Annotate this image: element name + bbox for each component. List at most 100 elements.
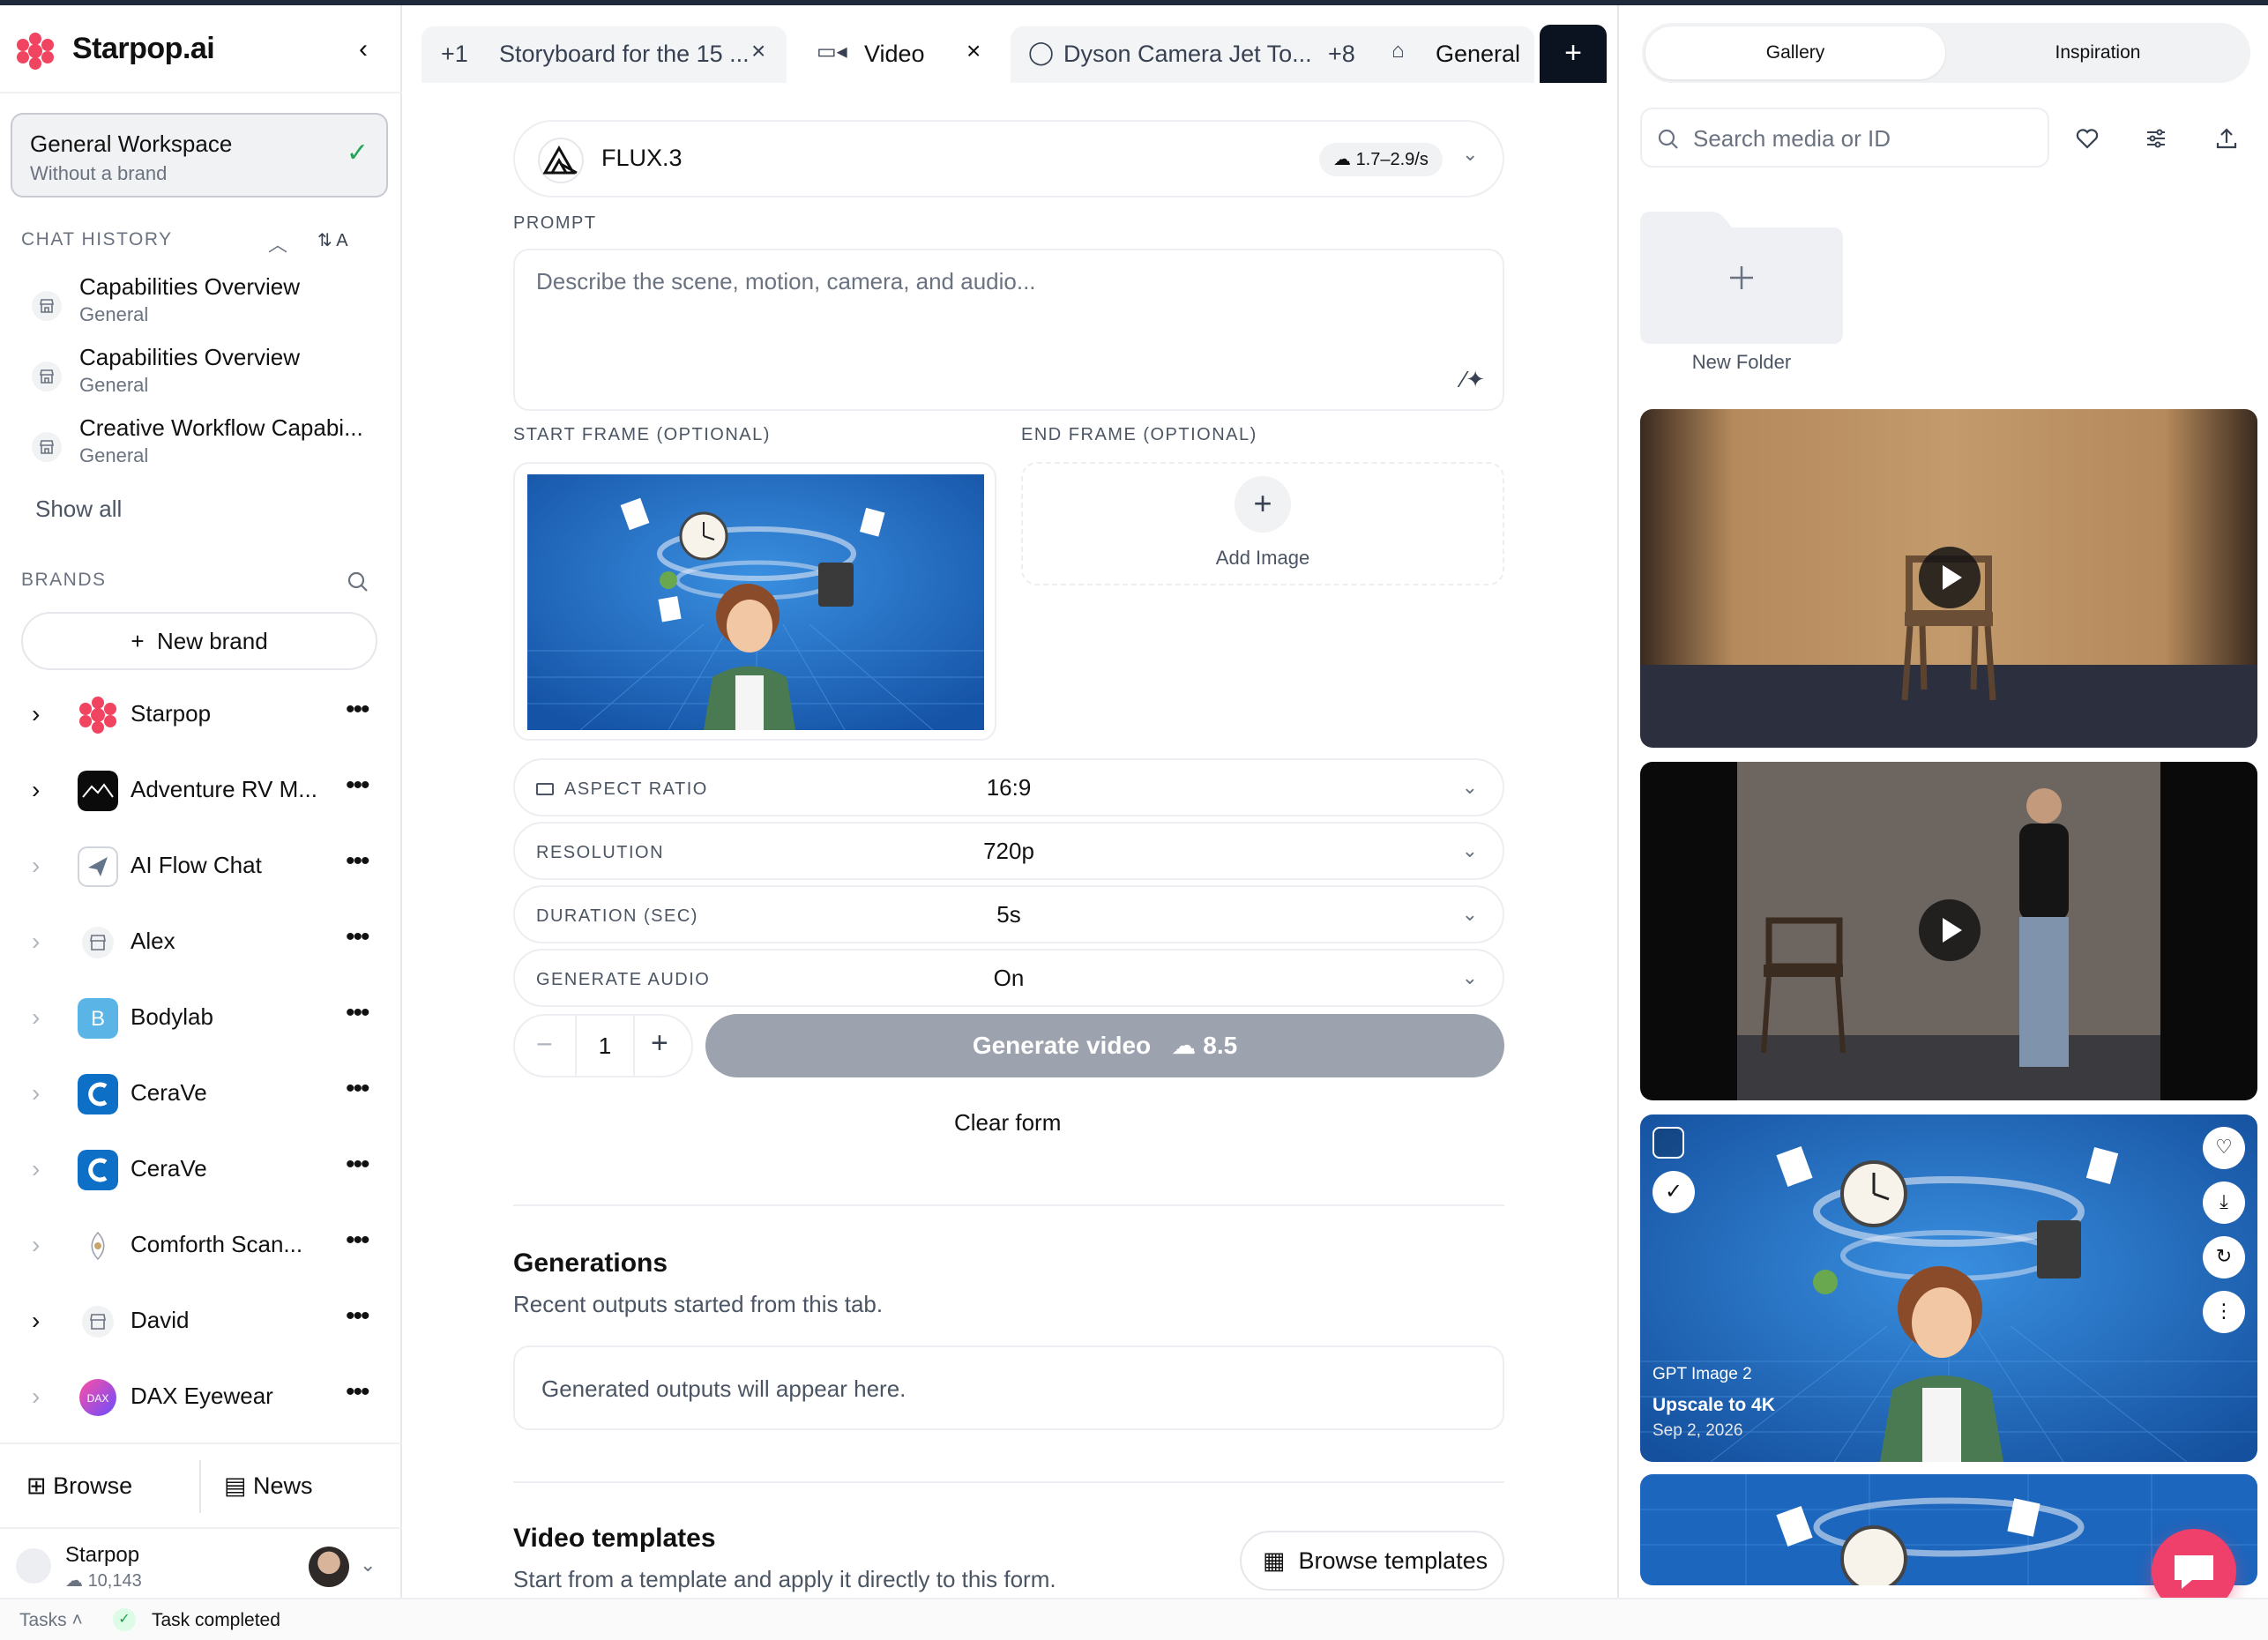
- more-options-icon[interactable]: •••: [346, 1377, 369, 1407]
- new-brand-button[interactable]: + New brand: [21, 612, 377, 670]
- chat-history-item[interactable]: Capabilities Overview General: [21, 344, 392, 407]
- plus-icon[interactable]: +: [651, 1026, 668, 1061]
- avatar[interactable]: [309, 1547, 349, 1587]
- minus-icon[interactable]: −: [536, 1028, 553, 1061]
- chevron-right-icon[interactable]: ›: [32, 1383, 40, 1411]
- chevron-right-icon[interactable]: ›: [32, 852, 40, 880]
- more-options-icon[interactable]: •••: [346, 846, 369, 876]
- gallery-video-card[interactable]: [1640, 762, 2257, 1100]
- prompt-input[interactable]: Describe the scene, motion, camera, and …: [513, 249, 1504, 411]
- end-frame-dropzone[interactable]: + Add Image: [1021, 462, 1504, 585]
- chevron-right-icon[interactable]: ›: [32, 700, 40, 728]
- tab-gallery[interactable]: Gallery: [1645, 26, 1945, 79]
- credits-value: 10,143: [87, 1571, 142, 1591]
- cerave-logo-icon: [78, 1074, 118, 1114]
- start-frame-dropzone[interactable]: [513, 462, 996, 741]
- brand-item-adventure-rv[interactable]: › Adventure RV M... •••: [21, 765, 392, 818]
- heart-icon[interactable]: [2074, 125, 2100, 152]
- play-icon[interactable]: [1919, 547, 1981, 608]
- chevron-right-icon[interactable]: ›: [32, 928, 40, 956]
- clear-form-button[interactable]: Clear form: [954, 1109, 1061, 1137]
- start-frame-image[interactable]: [527, 474, 984, 730]
- gallery-video-card[interactable]: [1640, 409, 2257, 748]
- magic-wand-icon[interactable]: ⁄✦: [1462, 366, 1485, 393]
- heart-icon[interactable]: ♡: [2203, 1127, 2245, 1169]
- duration-value: 5s: [996, 901, 1021, 928]
- brand-name: Adventure RV M...: [131, 776, 317, 802]
- play-icon[interactable]: [1919, 899, 1981, 961]
- gallery-image-card[interactable]: ✓ ♡ ⤓ ↻ ⋮ GPT Image 2 Upscale to 4K Sep …: [1640, 1114, 2257, 1462]
- chevron-down-icon[interactable]: ⌄: [1462, 143, 1478, 166]
- more-options-icon[interactable]: •••: [346, 771, 369, 801]
- plus-icon[interactable]: +: [1235, 476, 1291, 533]
- tab-inspiration[interactable]: Inspiration: [1949, 26, 2247, 79]
- download-icon[interactable]: ⤓: [2203, 1182, 2245, 1224]
- tasks-toggle[interactable]: Tasks ˄: [19, 1610, 83, 1631]
- generate-video-button[interactable]: Generate video ☁ 8.5: [705, 1014, 1504, 1077]
- chevron-right-icon[interactable]: ›: [32, 1079, 40, 1107]
- brand-item-cerave[interactable]: › CeraVe •••: [21, 1144, 392, 1197]
- card-date: Sep 2, 2026: [1653, 1421, 1743, 1440]
- chevron-up-icon[interactable]: ︿: [268, 229, 287, 257]
- more-options-icon[interactable]: •••: [346, 998, 369, 1028]
- more-options-icon[interactable]: •••: [346, 922, 369, 952]
- brand-item-ai-flow-chat[interactable]: › AI Flow Chat •••: [21, 841, 392, 894]
- upload-icon[interactable]: [2213, 125, 2240, 152]
- aspect-ratio-select[interactable]: ASPECT RATIO 16:9 ⌄: [513, 758, 1504, 816]
- resolution-select[interactable]: RESOLUTION 720p ⌄: [513, 822, 1504, 880]
- model-selector[interactable]: FLUX.3 ☁ 1.7–2.9/s ⌄: [513, 120, 1504, 198]
- new-folder-button[interactable]: [1640, 212, 1843, 344]
- sort-button[interactable]: ⇅ A: [317, 229, 348, 251]
- close-icon[interactable]: ×: [751, 37, 765, 65]
- rotate-icon[interactable]: ↻: [2203, 1236, 2245, 1278]
- chat-history-item[interactable]: Creative Workflow Capabi... General: [21, 414, 392, 478]
- duration-select[interactable]: DURATION (SEC) 5s ⌄: [513, 885, 1504, 943]
- new-tab-button[interactable]: +: [1540, 25, 1607, 83]
- show-all-link[interactable]: Show all: [35, 496, 122, 523]
- workspace-selector[interactable]: General Workspace Without a brand ✓: [11, 113, 388, 198]
- brand-item-cerave[interactable]: › CeraVe •••: [21, 1069, 392, 1122]
- chevron-right-icon[interactable]: ›: [32, 1307, 40, 1335]
- more-options-icon[interactable]: •••: [346, 1150, 369, 1180]
- store-icon: [16, 1548, 51, 1584]
- chevron-right-icon[interactable]: ›: [32, 1003, 40, 1032]
- tab-storyboard[interactable]: +1 Storyboard for the 15 ... ×: [422, 26, 787, 83]
- tab-dyson[interactable]: ◯ Dyson Camera Jet To... +8 ⌂ General: [1011, 26, 1534, 83]
- browse-button[interactable]: ⊞ Browse: [26, 1472, 132, 1500]
- checkmark-icon[interactable]: ✓: [1653, 1171, 1695, 1213]
- sort-arrows-icon: ⇅: [317, 231, 332, 250]
- more-vertical-icon[interactable]: ⋮: [2203, 1291, 2245, 1333]
- browse-templates-button[interactable]: ▦ Browse templates: [1240, 1531, 1504, 1591]
- news-button[interactable]: ▤ News: [224, 1472, 313, 1500]
- search-icon[interactable]: [346, 570, 370, 594]
- chevron-down-icon[interactable]: ⌄: [360, 1554, 376, 1577]
- cloud-icon: ☁: [1333, 150, 1351, 169]
- brand-name: Comforth Scan...: [131, 1231, 303, 1257]
- chevron-right-icon[interactable]: ›: [32, 776, 40, 804]
- tab-video[interactable]: ▭◂ Video ×: [797, 26, 1000, 83]
- select-checkbox[interactable]: [1653, 1127, 1684, 1159]
- brand-item-david[interactable]: › David •••: [21, 1296, 392, 1349]
- brand-name: Starpop: [131, 700, 212, 727]
- brand-item-comforth[interactable]: › Comforth Scan... •••: [21, 1220, 392, 1273]
- filter-sliders-icon[interactable]: [2143, 125, 2169, 152]
- user-account-row[interactable]: Starpop ☁ 10,143 ⌄: [0, 1527, 402, 1603]
- more-options-icon[interactable]: •••: [346, 1074, 369, 1104]
- quantity-value[interactable]: 1: [575, 1016, 635, 1076]
- tab-overflow-count[interactable]: +8: [1328, 41, 1355, 68]
- collapse-sidebar-icon[interactable]: ‹: [349, 35, 377, 63]
- more-options-icon[interactable]: •••: [346, 695, 369, 725]
- brand-item-dax-eyewear[interactable]: › DAX DAX Eyewear •••: [21, 1372, 392, 1425]
- generate-audio-select[interactable]: GENERATE AUDIO On ⌄: [513, 949, 1504, 1007]
- search-input[interactable]: [1693, 122, 2037, 155]
- brand-item-alex[interactable]: › Alex •••: [21, 917, 392, 970]
- chevron-right-icon[interactable]: ›: [32, 1155, 40, 1183]
- more-options-icon[interactable]: •••: [346, 1301, 369, 1331]
- brand-item-starpop[interactable]: › Starpop •••: [21, 690, 392, 742]
- paper-plane-logo-icon: [78, 846, 118, 887]
- chevron-right-icon[interactable]: ›: [32, 1231, 40, 1259]
- chat-history-item[interactable]: Capabilities Overview General: [21, 273, 392, 337]
- close-icon[interactable]: ×: [966, 37, 981, 65]
- more-options-icon[interactable]: •••: [346, 1226, 369, 1256]
- brand-item-bodylab[interactable]: › B Bodylab •••: [21, 993, 392, 1046]
